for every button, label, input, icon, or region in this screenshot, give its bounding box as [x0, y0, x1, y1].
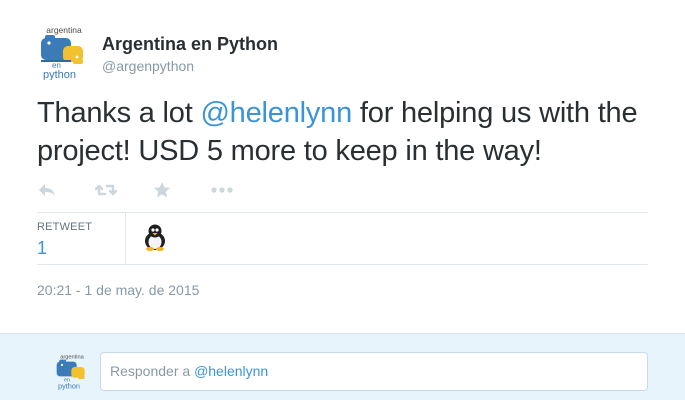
reply-area: argentina en python Responder a @helenly… [0, 333, 685, 400]
reply-input[interactable]: Responder a @helenlynn [100, 352, 648, 391]
reply-icon [39, 184, 55, 196]
favorite-button[interactable] [153, 178, 211, 202]
author-names: Argentina en Python @argenpython [102, 33, 278, 75]
retweet-icon [95, 184, 117, 196]
author-fullname[interactable]: Argentina en Python [102, 33, 278, 55]
favorite-icon [154, 182, 170, 198]
svg-text:python: python [43, 69, 76, 80]
tweet-card: argentina en python Argentina en Python … [0, 0, 685, 333]
current-user-avatar: argentina en python [54, 352, 90, 390]
tweet-timestamp[interactable]: 20:21 - 1 de may. de 2015 [37, 281, 199, 299]
retweeter-avatar[interactable] [142, 223, 168, 251]
divider [37, 264, 648, 265]
reply-placeholder: Responder a [110, 363, 195, 379]
author-avatar[interactable]: argentina en python [37, 24, 91, 81]
mention-link[interactable]: @helenlynn [200, 97, 352, 129]
retweeter-avatars [126, 213, 168, 264]
reply-handle: @helenlynn [194, 363, 269, 379]
retweet-stat[interactable]: RETWEET 1 [37, 213, 126, 264]
tweet-text: Thanks a lot @helenlynn for helping us w… [37, 94, 657, 170]
retweet-button[interactable] [95, 178, 153, 202]
reply-button[interactable] [37, 178, 95, 202]
retweet-count[interactable]: 1 [37, 237, 125, 259]
svg-text:python: python [58, 381, 80, 390]
tweet-actions [37, 178, 269, 202]
svg-text:argentina: argentina [46, 25, 82, 35]
svg-text:argentina: argentina [60, 354, 84, 360]
tweet-header: argentina en python Argentina en Python … [37, 24, 278, 81]
more-icon [211, 187, 233, 193]
author-username[interactable]: @argenpython [102, 57, 278, 75]
retweet-label: RETWEET [37, 221, 93, 233]
tweet-text-part: Thanks a lot [37, 97, 201, 129]
more-button[interactable] [211, 178, 269, 202]
tweet-stats: RETWEET 1 [37, 213, 648, 264]
